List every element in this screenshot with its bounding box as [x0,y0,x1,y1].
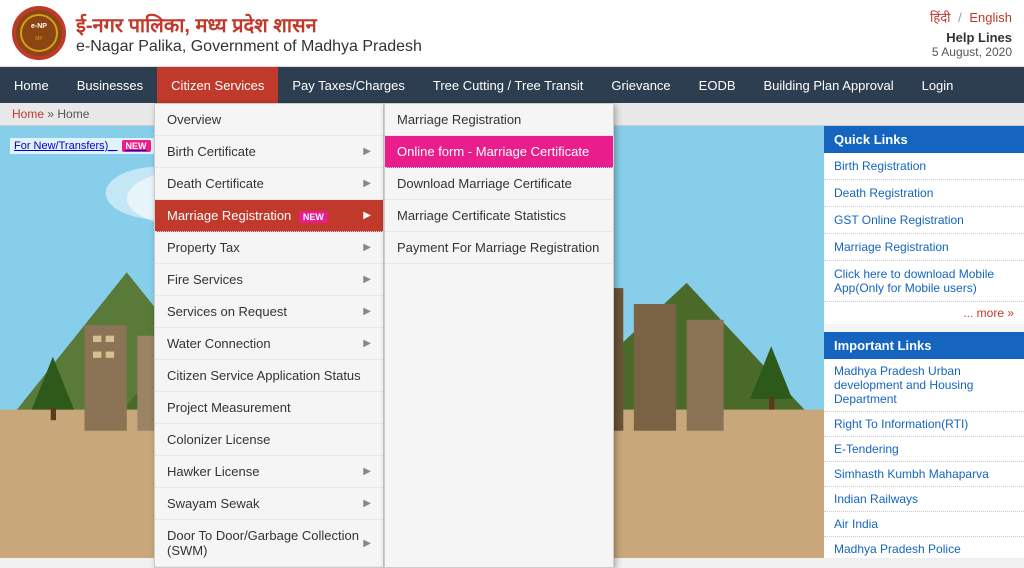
quick-links-list: Birth Registration Death Registration GS… [824,153,1024,324]
quick-link-gst[interactable]: GST Online Registration [824,207,1024,234]
header-right: हिंदी / English Help Lines 5 August, 202… [930,8,1012,59]
quick-link-marriage-registration[interactable]: Marriage Registration [824,234,1024,261]
submenu-payment-marriage[interactable]: Payment For Marriage Registration [385,232,613,264]
important-link-mp-urban[interactable]: Madhya Pradesh Urban development and Hou… [824,359,1024,412]
banner-new-badge: NEW [122,140,151,152]
arrow-icon: ▶ [363,178,371,189]
dropdown-citizen-service-status[interactable]: Citizen Service Application Status [155,360,383,392]
important-link-air-india[interactable]: Air India [824,512,1024,537]
nav-home[interactable]: Home [0,67,63,103]
english-link[interactable]: English [969,10,1012,25]
nav-tree-cutting[interactable]: Tree Cutting / Tree Transit [419,67,598,103]
nav-building-plan[interactable]: Building Plan Approval [750,67,908,103]
dropdown-colonizer-license[interactable]: Colonizer License [155,424,383,456]
hindi-link[interactable]: हिंदी [930,10,951,25]
quick-link-mobile-app[interactable]: Click here to download Mobile App(Only f… [824,261,1024,302]
dropdown-project-measurement[interactable]: Project Measurement [155,392,383,424]
site-header: e-NP MP ई-नगर पालिका, मध्य प्रदेश शासन e… [0,0,1024,67]
dropdown-services-on-request[interactable]: Services on Request ▶ [155,296,383,328]
nav-login[interactable]: Login [908,67,968,103]
submenu-online-form[interactable]: Online form - Marriage Certificate [385,136,613,168]
dropdown-birth-certificate[interactable]: Birth Certificate ▶ [155,136,383,168]
navbar: Home Businesses Citizen Services Pay Tax… [0,67,1024,103]
nav-grievance[interactable]: Grievance [597,67,684,103]
important-link-indian-railways[interactable]: Indian Railways [824,487,1024,512]
logo: e-NP MP [12,6,66,60]
help-lines-label: Help Lines [930,30,1012,45]
submenu-download-certificate[interactable]: Download Marriage Certificate [385,168,613,200]
arrow-icon: ▶ [363,466,371,477]
submenu-certificate-statistics[interactable]: Marriage Certificate Statistics [385,200,613,232]
dropdown-water-connection[interactable]: Water Connection ▶ [155,328,383,360]
quick-links-more[interactable]: ... more » [824,302,1024,324]
dropdown-overview[interactable]: Overview [155,104,383,136]
banner-link[interactable]: For New/Transfers)_ NEW [10,138,155,154]
arrow-icon: ▶ [363,242,371,253]
svg-text:MP: MP [35,36,43,42]
important-link-etendering[interactable]: E-Tendering [824,437,1024,462]
dropdown-primary-menu: Overview Birth Certificate ▶ Death Certi… [154,103,384,568]
header-left: e-NP MP ई-नगर पालिका, मध्य प्रदेश शासन e… [12,6,422,60]
nav-businesses[interactable]: Businesses [63,67,157,103]
arrow-icon: ▶ [363,498,371,509]
breadcrumb-home-link[interactable]: Home [12,107,44,121]
svg-text:e-NP: e-NP [31,23,47,30]
nav-pay-taxes[interactable]: Pay Taxes/Charges [278,67,419,103]
dropdown-swayam-sewak[interactable]: Swayam Sewak ▶ [155,488,383,520]
important-link-rti[interactable]: Right To Information(RTI) [824,412,1024,437]
arrow-icon: ▶ [363,538,371,549]
important-links-header: Important Links [824,332,1024,359]
important-link-mp-police[interactable]: Madhya Pradesh Police [824,537,1024,558]
citizen-services-dropdown: Overview Birth Certificate ▶ Death Certi… [154,103,614,568]
important-links-list: Madhya Pradesh Urban development and Hou… [824,359,1024,558]
dropdown-marriage-registration[interactable]: Marriage Registration NEW ▶ [155,200,383,232]
dropdown-fire-services[interactable]: Fire Services ▶ [155,264,383,296]
quick-links-header: Quick Links [824,126,1024,153]
submenu-marriage-registration[interactable]: Marriage Registration [385,104,613,136]
language-links[interactable]: हिंदी / English [930,8,1012,26]
arrow-icon: ▶ [363,338,371,349]
sidebar: Quick Links Birth Registration Death Reg… [824,126,1024,558]
quick-link-death-registration[interactable]: Death Registration [824,180,1024,207]
dropdown-property-tax[interactable]: Property Tax ▶ [155,232,383,264]
arrow-icon: ▶ [363,306,371,317]
dropdown-secondary-menu: Marriage Registration Online form - Marr… [384,103,614,568]
breadcrumb-current: Home [57,107,89,121]
dropdown-item-label: Marriage Registration NEW [167,208,328,223]
hindi-title: ई-नगर पालिका, मध्य प्रदेश शासन [76,11,422,38]
dropdown-death-certificate[interactable]: Death Certificate ▶ [155,168,383,200]
nav-eodb[interactable]: EODB [685,67,750,103]
dropdown-hawker-license[interactable]: Hawker License ▶ [155,456,383,488]
nav-citizen-services[interactable]: Citizen Services [157,67,278,103]
arrow-icon: ▶ [363,210,371,221]
new-badge: NEW [299,211,328,223]
english-title: e-Nagar Palika, Government of Madhya Pra… [76,38,422,56]
header-title: ई-नगर पालिका, मध्य प्रदेश शासन e-Nagar P… [76,11,422,56]
arrow-icon: ▶ [363,146,371,157]
quick-link-birth-registration[interactable]: Birth Registration [824,153,1024,180]
date-display: 5 August, 2020 [930,45,1012,59]
important-link-simhasth[interactable]: Simhasth Kumbh Mahaparva [824,462,1024,487]
arrow-icon: ▶ [363,274,371,285]
breadcrumb-separator: » [47,107,57,121]
